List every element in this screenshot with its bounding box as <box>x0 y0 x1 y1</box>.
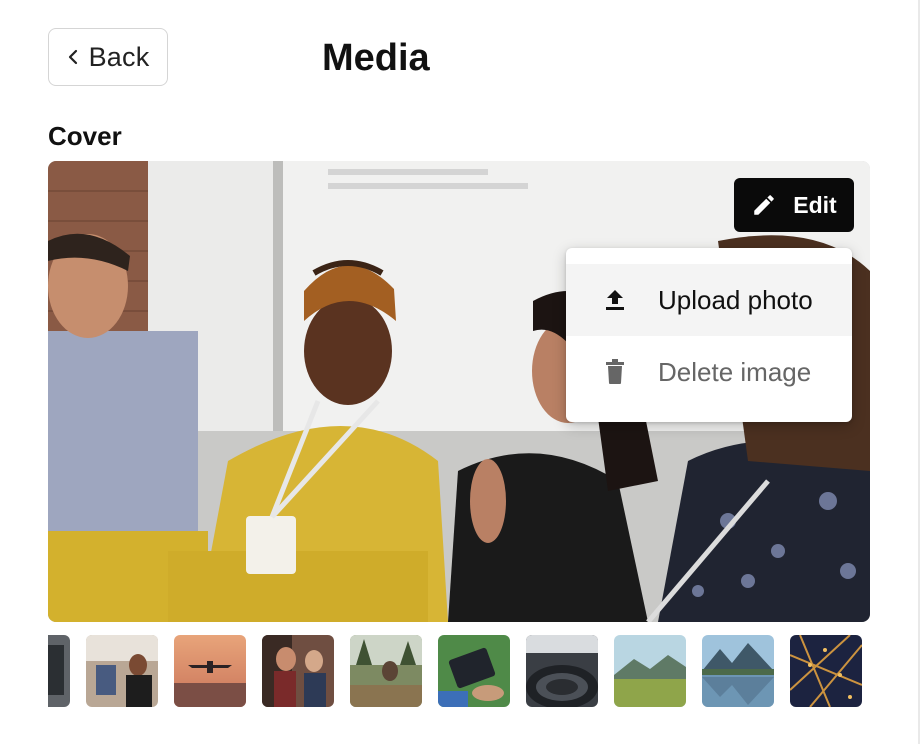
back-button[interactable]: Back <box>48 28 168 86</box>
thumbnail[interactable] <box>614 635 686 707</box>
thumbnail[interactable] <box>48 635 70 707</box>
cover-section-label: Cover <box>48 121 122 151</box>
thumbnail-strip <box>48 635 870 707</box>
page-title: Media <box>322 37 430 79</box>
delete-image-label: Delete image <box>658 356 812 387</box>
media-page: Back Media Cover Edit Upload photo Delet… <box>0 0 924 744</box>
thumbnail[interactable] <box>702 635 774 707</box>
edit-button-label: Edit <box>793 191 837 218</box>
upload-icon <box>600 288 630 312</box>
thumbnail[interactable] <box>350 635 422 707</box>
thumbnail[interactable] <box>790 635 862 707</box>
pencil-icon <box>754 195 775 215</box>
thumbnail[interactable] <box>526 635 598 707</box>
edit-button[interactable]: Edit <box>734 178 854 232</box>
panel-divider <box>918 0 920 744</box>
trash-icon <box>600 359 630 385</box>
thumbnail[interactable] <box>262 635 334 707</box>
back-button-label: Back <box>88 41 150 72</box>
delete-image-menu-item[interactable]: Delete image <box>566 336 852 408</box>
thumbnail[interactable] <box>86 635 158 707</box>
edit-menu: Upload photo Delete image <box>566 248 852 422</box>
chevron-left-icon <box>68 49 77 65</box>
thumbnail[interactable] <box>438 635 510 707</box>
thumbnail[interactable] <box>174 635 246 707</box>
upload-photo-label: Upload photo <box>658 284 813 315</box>
upload-photo-menu-item[interactable]: Upload photo <box>566 264 852 336</box>
